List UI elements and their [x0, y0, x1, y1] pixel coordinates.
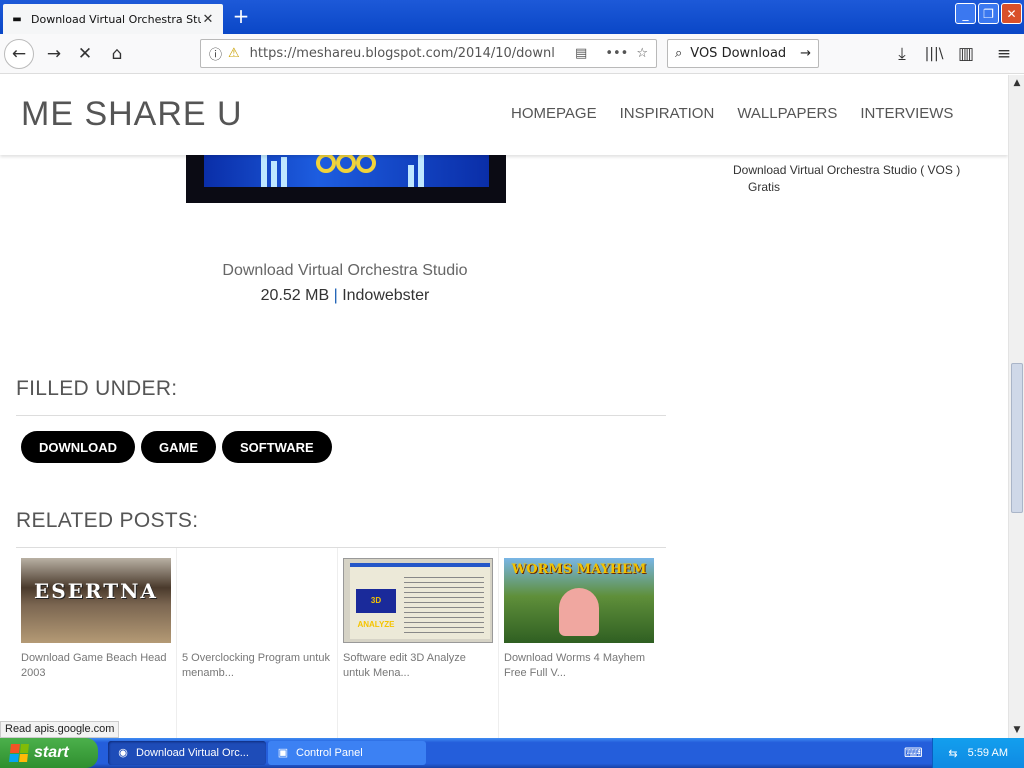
- keyboard-icon[interactable]: ⌨: [904, 746, 923, 761]
- clock[interactable]: 5:59 AM: [968, 747, 1008, 759]
- sidebar-post-line2: Gratis: [748, 180, 781, 194]
- restore-button[interactable]: ❐: [978, 3, 999, 24]
- menu-interviews[interactable]: INTERVIEWS: [860, 105, 953, 122]
- sidebar-post-line1: Download Virtual Orchestra Studio ( VOS …: [733, 163, 961, 177]
- tab-strip: ▬ Download Virtual Orchestra Studio ✕ + …: [0, 0, 1024, 34]
- forward-button[interactable]: →: [40, 40, 68, 68]
- address-bar[interactable]: ⓘ ⚠ https://meshareu.blogspot.com/2014/1…: [200, 39, 657, 68]
- url-text[interactable]: https://meshareu.blogspot.com/2014/10/do…: [250, 46, 567, 61]
- browser-tab[interactable]: ▬ Download Virtual Orchestra Studio ✕: [3, 4, 223, 34]
- related-posts-heading: RELATED POSTS:: [16, 509, 199, 532]
- file-size: 20.52 MB: [260, 287, 330, 304]
- menu-wallpapers[interactable]: WALLPAPERS: [737, 105, 837, 122]
- host-link[interactable]: Indowebster: [342, 287, 429, 304]
- tab-title: Download Virtual Orchestra Studio: [31, 12, 201, 26]
- related-post-title[interactable]: Software edit 3D Analyze untuk Mena...: [343, 651, 494, 681]
- scroll-thumb[interactable]: [1011, 363, 1023, 513]
- library-icon[interactable]: |||\: [920, 40, 948, 68]
- start-button[interactable]: start: [0, 738, 98, 768]
- main-menu: HOMEPAGE INSPIRATION WALLPAPERS INTERVIE…: [511, 105, 953, 122]
- tag-software[interactable]: SOFTWARE: [222, 431, 332, 463]
- search-box[interactable]: ⌕ VOS Download →: [667, 39, 819, 68]
- post-caption-meta: 20.52 MB | Indowebster: [0, 287, 690, 305]
- close-window-button[interactable]: ✕: [1001, 3, 1022, 24]
- site-header: ME SHARE U HOMEPAGE INSPIRATION WALLPAPE…: [0, 75, 1008, 155]
- menu-inspiration[interactable]: INSPIRATION: [620, 105, 715, 122]
- nav-toolbar: ← → ✕ ⌂ ⓘ ⚠ https://meshareu.blogspot.co…: [0, 34, 1024, 74]
- related-post-title[interactable]: 5 Overclocking Program untuk menamb...: [182, 651, 333, 681]
- home-button[interactable]: ⌂: [103, 40, 131, 68]
- firefox-icon: ◉: [118, 747, 128, 759]
- related-thumbnail[interactable]: [182, 558, 332, 643]
- post-caption-title: Download Virtual Orchestra Studio: [222, 262, 468, 279]
- search-icon: ⌕: [675, 46, 683, 61]
- start-label: start: [34, 744, 69, 761]
- related-thumbnail[interactable]: WORMS MAYHEM: [504, 558, 654, 643]
- page-scrollbar[interactable]: ▲ ▼: [1008, 75, 1024, 738]
- sidebar-post-link[interactable]: Download Virtual Orchestra Studio ( VOS …: [733, 162, 973, 196]
- minimize-button[interactable]: _: [955, 3, 976, 24]
- separator: |: [333, 287, 338, 304]
- tag-download[interactable]: DOWNLOAD: [21, 431, 135, 463]
- windows-logo-icon: [9, 744, 29, 762]
- stop-loading-button[interactable]: ✕: [71, 40, 99, 68]
- tab-close-icon[interactable]: ✕: [201, 12, 215, 27]
- related-thumbnail[interactable]: ESERTNA: [21, 558, 171, 643]
- network-icon[interactable]: ⇆: [948, 747, 957, 760]
- back-button[interactable]: ←: [4, 39, 34, 69]
- taskbar: start ◉ Download Virtual Orc... ▣ Contro…: [0, 738, 1024, 768]
- control-panel-icon: ▣: [277, 747, 289, 759]
- filed-under-heading: FILLED UNDER:: [16, 377, 178, 400]
- system-tray: ⇆ 5:59 AM: [932, 738, 1024, 768]
- scroll-down-icon[interactable]: ▼: [1009, 722, 1024, 738]
- related-post[interactable]: ESERTNA Download Game Beach Head 2003: [16, 548, 177, 738]
- sidebar-toggle-icon[interactable]: ▥: [952, 40, 980, 68]
- tag-game[interactable]: GAME: [141, 431, 216, 463]
- site-logo[interactable]: ME SHARE U: [21, 95, 243, 134]
- status-bar: Read apis.google.com: [0, 721, 120, 738]
- downloads-icon[interactable]: ⤓: [888, 40, 916, 68]
- info-icon[interactable]: ⓘ: [209, 44, 222, 63]
- related-thumbnail[interactable]: 3D ANALYZE: [343, 558, 493, 643]
- new-tab-button[interactable]: +: [230, 6, 252, 28]
- divider: [16, 415, 666, 416]
- related-posts: ESERTNA Download Game Beach Head 2003 5 …: [16, 548, 666, 738]
- scroll-up-icon[interactable]: ▲: [1009, 75, 1024, 91]
- search-input[interactable]: VOS Download: [690, 46, 800, 61]
- related-post-title[interactable]: Download Worms 4 Mayhem Free Full V...: [504, 651, 656, 681]
- reader-view-icon[interactable]: ▤: [575, 46, 587, 61]
- related-post-title[interactable]: Download Game Beach Head 2003: [21, 651, 172, 681]
- bookmark-star-icon[interactable]: ☆: [636, 46, 648, 61]
- related-post[interactable]: 3D ANALYZE Software edit 3D Analyze untu…: [338, 548, 499, 738]
- search-go-icon[interactable]: →: [800, 46, 811, 61]
- taskbar-item-control-panel[interactable]: ▣ Control Panel: [268, 741, 426, 765]
- menu-homepage[interactable]: HOMEPAGE: [511, 105, 597, 122]
- menu-hamburger-icon[interactable]: ≡: [990, 40, 1018, 68]
- tag-list: DOWNLOAD GAME SOFTWARE: [21, 431, 332, 463]
- related-post[interactable]: WORMS MAYHEM Download Worms 4 Mayhem Fre…: [499, 548, 660, 738]
- insecure-lock-icon[interactable]: ⚠: [228, 46, 240, 61]
- web-page: ME SHARE U HOMEPAGE INSPIRATION WALLPAPE…: [0, 75, 1008, 738]
- related-post[interactable]: 5 Overclocking Program untuk menamb...: [177, 548, 338, 738]
- taskbar-item-firefox[interactable]: ◉ Download Virtual Orc...: [108, 741, 266, 765]
- tab-favicon-icon: ▬: [12, 13, 22, 25]
- page-actions-icon[interactable]: •••: [605, 46, 628, 61]
- window-controls: _ ❐ ✕: [955, 3, 1022, 24]
